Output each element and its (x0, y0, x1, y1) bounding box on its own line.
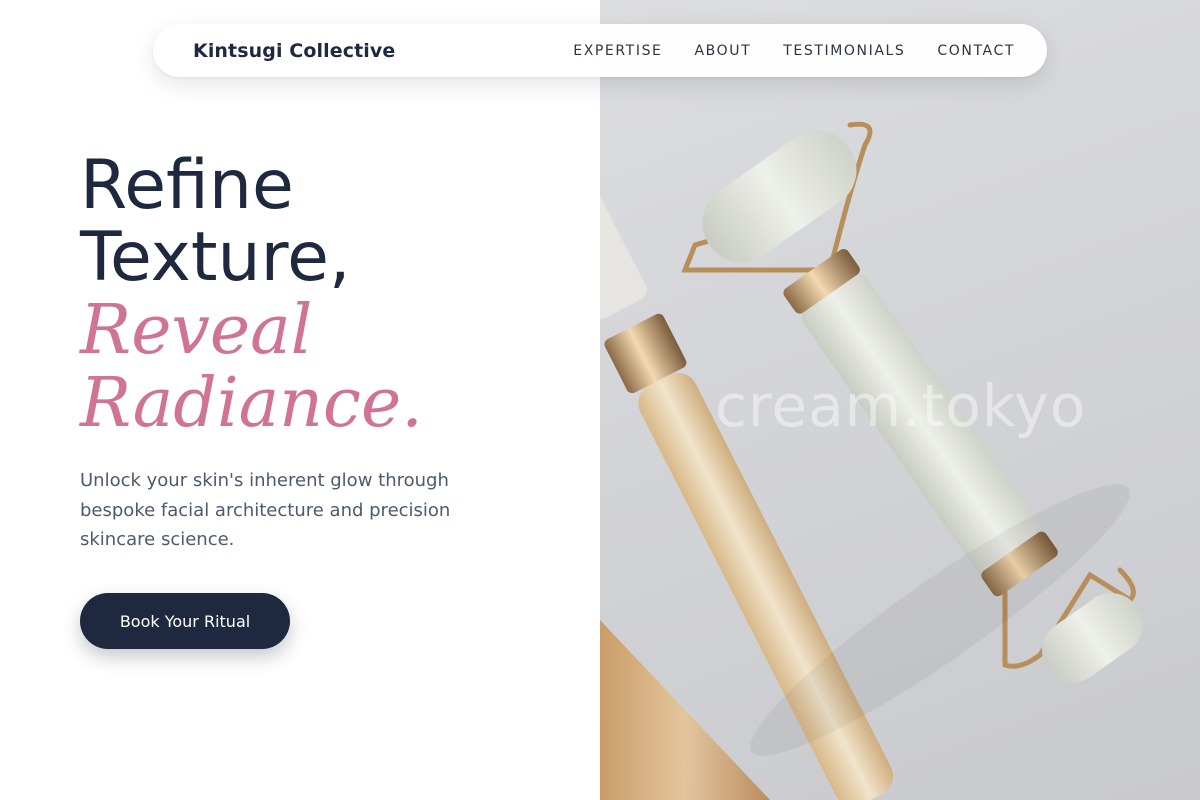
nav-link-about[interactable]: ABOUT (695, 43, 752, 59)
nav-link-contact[interactable]: CONTACT (937, 43, 1015, 59)
hero-subtitle: Unlock your skin's inherent glow through… (80, 470, 451, 550)
brand-logo[interactable]: Kintsugi Collective (193, 40, 395, 62)
headline-line-2: Texture, (80, 218, 351, 297)
book-ritual-button[interactable]: Book Your Ritual (80, 593, 290, 649)
headline-accent-2: Radiance. (80, 364, 423, 443)
hero-product-image: cream.tokyo (600, 0, 1200, 800)
nav-link-testimonials[interactable]: TESTIMONIALS (783, 43, 905, 59)
nav-links: EXPERTISE ABOUT TESTIMONIALS CONTACT (573, 43, 1015, 59)
top-navigation: Kintsugi Collective EXPERTISE ABOUT TEST… (153, 24, 1047, 77)
hero-headline: Refine Texture, Reveal Radiance. (80, 146, 560, 443)
headline-line-1: Refine (80, 146, 294, 225)
image-watermark: cream.tokyo (715, 372, 1087, 440)
nav-link-expertise[interactable]: EXPERTISE (573, 43, 662, 59)
headline-accent-1: Reveal (80, 291, 313, 370)
